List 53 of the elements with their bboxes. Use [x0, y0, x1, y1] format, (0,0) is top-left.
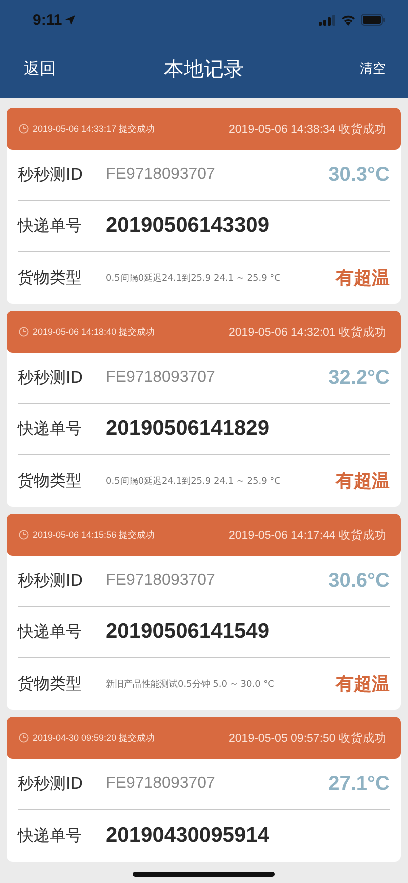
received-time: 2019-05-06 14:17:44 收货成功 — [229, 528, 387, 542]
field-label: 秒秒测ID — [18, 570, 84, 592]
device-id: FE9718093707 — [106, 572, 216, 590]
submitted-time: 2019-05-06 14:15:56 提交成功 — [33, 528, 156, 542]
over-temperature-status: 有超温 — [336, 673, 390, 696]
clock-icon — [19, 124, 29, 134]
field-label: 货物类型 — [18, 674, 83, 694]
over-temperature-status: 有超温 — [336, 267, 390, 290]
status-time: 9:11 — [33, 12, 62, 28]
submitted-time: 2019-05-06 14:33:17 提交成功 — [33, 122, 156, 136]
record-card[interactable]: 2019-04-30 09:59:20 提交成功 2019-05-05 09:57:50 收货成功 秒秒测ID FE9718093707 27.1°C 快递单号 20190430095914 — [7, 717, 401, 862]
field-label: 快递单号 — [18, 216, 83, 236]
signal-icon — [319, 14, 336, 26]
page-title: 本地记录 — [164, 56, 244, 82]
device-id: FE9718093707 — [106, 166, 216, 184]
tracking-number: 20190506143309 — [106, 214, 270, 238]
tracking-number: 20190506141549 — [106, 620, 270, 644]
clock-icon — [19, 530, 29, 540]
record-card[interactable]: 2019-05-06 14:33:17 提交成功 2019-05-06 14:38:34 收货成功 秒秒测ID FE9718093707 30.3°C 快递单号 20190506143309 货物类型 0.5间隔0延迟24.1到25.9 24.1 ~ 25.9 °C 有超温 — [7, 108, 401, 304]
battery-icon — [361, 14, 386, 26]
received-time: 2019-05-05 09:57:50 收货成功 — [229, 732, 387, 746]
received-time: 2019-05-06 14:38:34 收货成功 — [229, 122, 387, 136]
field-label: 快递单号 — [18, 622, 83, 642]
cargo-type: 新旧产品性能测试0.5分钟 5.0 ~ 30.0 °C — [106, 678, 276, 690]
tracking-number: 20190506141829 — [106, 417, 270, 441]
device-id: FE9718093707 — [106, 369, 216, 387]
field-label: 秒秒测ID — [18, 774, 84, 794]
temperature-value: 30.6°C — [328, 570, 390, 592]
temperature-value: 27.1°C — [328, 772, 390, 796]
device-id: FE9718093707 — [106, 775, 216, 793]
record-card[interactable]: 2019-05-06 14:18:40 提交成功 2019-05-06 14:32:01 收货成功 秒秒测ID FE9718093707 32.2°C 快递单号 20190506141829 货物类型 0.5间隔0延迟24.1到25.9 24.1 ~ 25.9 °C 有超温 — [7, 311, 401, 507]
submitted-time: 2019-04-30 09:59:20 提交成功 — [33, 732, 156, 744]
cargo-type: 0.5间隔0延迟24.1到25.9 24.1 ~ 25.9 °C — [106, 272, 282, 284]
tracking-number: 20190430095914 — [106, 824, 270, 848]
field-label: 秒秒测ID — [18, 164, 84, 186]
wifi-icon — [341, 14, 356, 26]
cargo-type: 0.5间隔0延迟24.1到25.9 24.1 ~ 25.9 °C — [106, 476, 282, 488]
back-button[interactable]: 返回 — [24, 58, 56, 80]
record-card[interactable]: 2019-05-06 14:15:56 提交成功 2019-05-06 14:17:44 收货成功 秒秒测ID FE9718093707 30.6°C 快递单号 20190506141549 货物类型 新旧产品性能测试0.5分钟 5.0 ~ 30.0 °C 有超温 — [7, 514, 401, 710]
clear-button[interactable]: 清空 — [360, 60, 386, 78]
field-label: 货物类型 — [18, 470, 83, 492]
clock-icon — [19, 327, 29, 337]
field-label: 快递单号 — [18, 826, 83, 846]
over-temperature-status: 有超温 — [336, 470, 390, 493]
location-icon — [65, 14, 76, 26]
field-label: 快递单号 — [18, 418, 83, 440]
field-label: 货物类型 — [18, 268, 83, 288]
field-label: 秒秒测ID — [18, 368, 84, 388]
clock-icon — [19, 733, 29, 743]
received-time: 2019-05-06 14:32:01 收货成功 — [229, 326, 387, 340]
temperature-value: 32.2°C — [328, 366, 390, 390]
submitted-time: 2019-05-06 14:18:40 提交成功 — [33, 326, 156, 338]
temperature-value: 30.3°C — [328, 164, 390, 186]
